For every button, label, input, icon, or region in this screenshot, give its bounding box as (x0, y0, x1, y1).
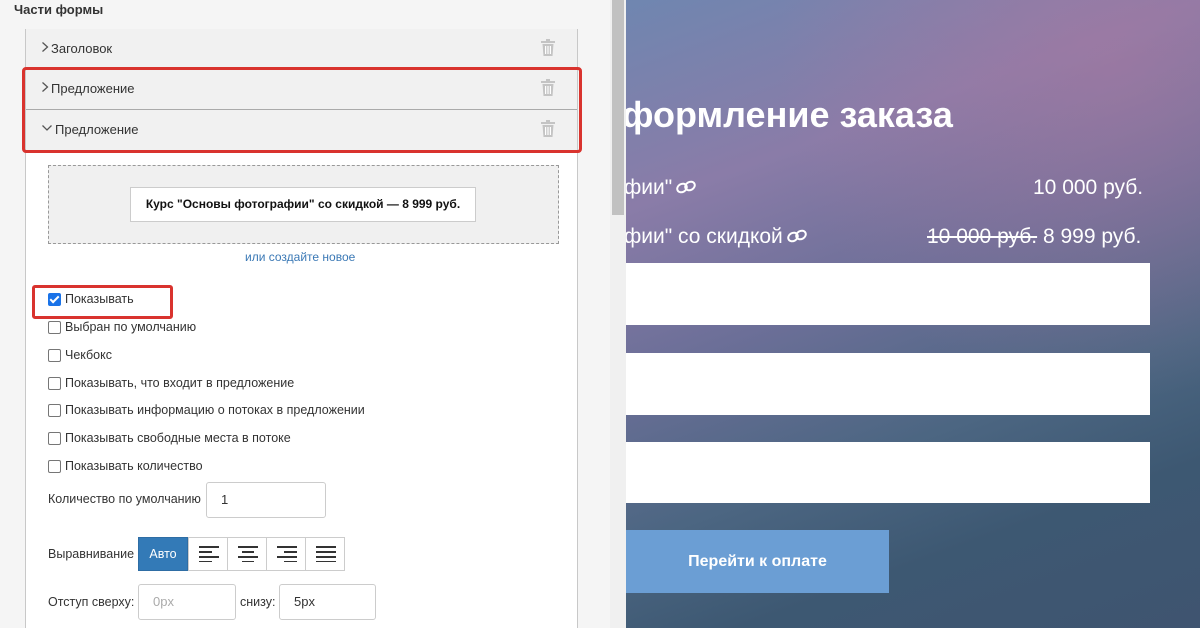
form-input-field[interactable] (626, 263, 1150, 325)
margin-top-label: Отступ сверху: (48, 595, 135, 609)
new-price: 8 999 руб. (1037, 225, 1142, 248)
part-row-header[interactable]: Заголовок (26, 29, 577, 69)
form-input-field[interactable] (626, 353, 1150, 415)
checkbox-label: Выбран по умолчанию (65, 320, 197, 334)
order-form-preview: формление заказа фии" 10 000 руб. фии" с… (626, 0, 1200, 628)
scroll-thumb[interactable] (612, 0, 624, 215)
link-icon[interactable] (676, 176, 696, 200)
align-left-button[interactable] (188, 537, 228, 571)
align-right-button[interactable] (266, 537, 306, 571)
order-item-2-price: 10 000 руб. 8 999 руб. (927, 225, 1141, 249)
align-left-icon (199, 546, 219, 562)
form-input-field[interactable] (626, 442, 1150, 503)
align-right-icon (277, 546, 297, 562)
margin-bottom-input[interactable]: 5px (279, 584, 376, 620)
default-qty-input[interactable]: 1 (206, 482, 326, 518)
section-title: Части формы (14, 2, 104, 17)
order-item-2-name: фии" со скидкой (626, 225, 807, 249)
margin-bottom-label: снизу: (240, 595, 276, 609)
trash-icon[interactable] (541, 39, 557, 57)
create-new-link[interactable]: или создайте новое (245, 250, 355, 264)
align-center-icon (238, 546, 258, 562)
align-justify-icon (316, 546, 336, 562)
highlight-box-show (32, 285, 173, 319)
checkbox-icon[interactable] (48, 404, 61, 417)
pay-button[interactable]: Перейти к оплате (626, 530, 889, 593)
checkbox-label: Показывать свободные места в потоке (65, 431, 291, 445)
align-label: Выравнивание (48, 547, 135, 561)
checkbox-icon[interactable] (48, 349, 61, 362)
checkbox-icon[interactable] (48, 432, 61, 445)
checkbox-icon[interactable] (48, 460, 61, 473)
preview-title: формление заказа (626, 94, 953, 135)
align-auto-button[interactable]: Авто (138, 537, 188, 571)
scrollbar[interactable] (610, 0, 626, 628)
link-icon[interactable] (787, 225, 807, 249)
checkbox-icon[interactable] (48, 321, 61, 334)
order-item-1-name: фии" (626, 176, 696, 200)
form-editor-panel: Части формы Заголовок Предложение Предло… (0, 0, 610, 628)
checkbox-label: Показывать информацию о потоках в предло… (65, 403, 365, 417)
checkbox-label: Показывать количество (65, 459, 203, 473)
part-label: Заголовок (51, 41, 113, 56)
margin-top-input[interactable]: 0px (138, 584, 236, 620)
offer-drop-zone[interactable]: Курс "Основы фотографии" со скидкой — 8 … (48, 165, 559, 244)
checkbox-label: Чекбокс (65, 348, 112, 362)
checkbox-icon[interactable] (48, 377, 61, 390)
align-center-button[interactable] (227, 537, 267, 571)
checkbox-label: Показывать, что входит в предложение (65, 376, 295, 390)
highlight-box-offer-rows (22, 67, 582, 153)
align-justify-button[interactable] (305, 537, 345, 571)
default-qty-label: Количество по умолчанию (48, 492, 201, 506)
offer-chip[interactable]: Курс "Основы фотографии" со скидкой — 8 … (130, 187, 476, 222)
order-item-1-price: 10 000 руб. (1033, 176, 1144, 199)
old-price: 10 000 руб. (927, 225, 1038, 248)
